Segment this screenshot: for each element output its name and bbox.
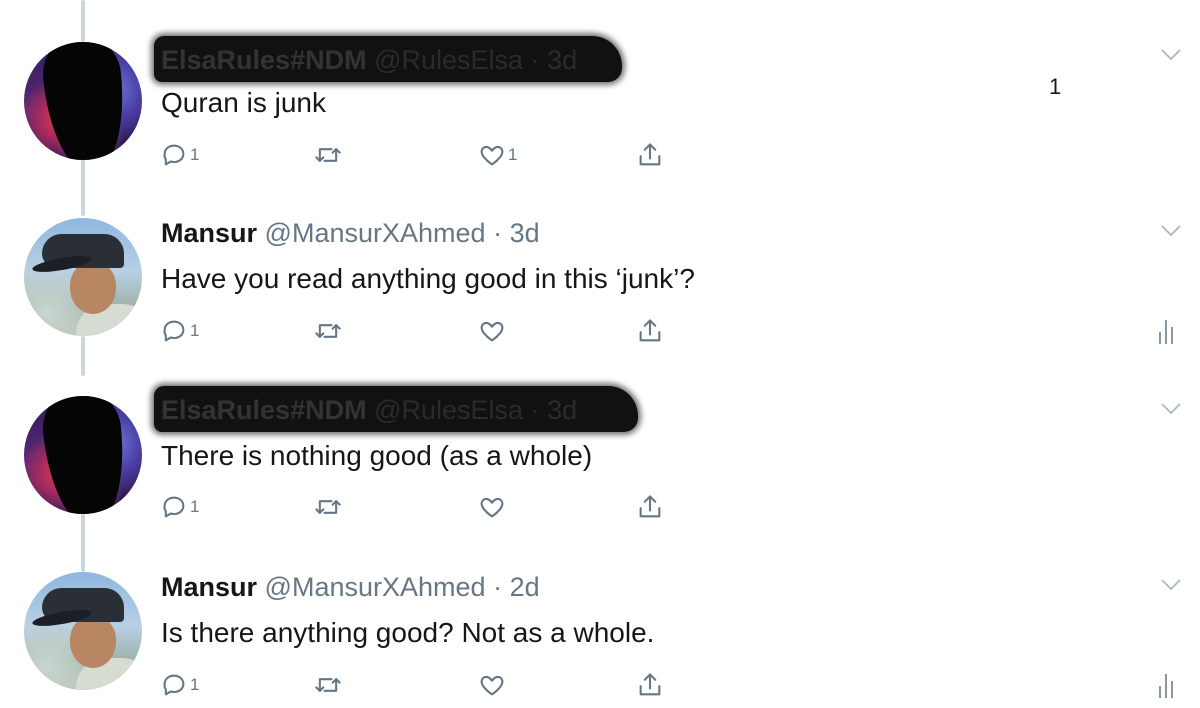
heart-icon [480, 145, 504, 166]
retweet-button[interactable] [314, 138, 344, 172]
avatar[interactable] [24, 42, 142, 160]
share-icon [639, 143, 661, 166]
like-button[interactable] [478, 490, 508, 524]
user-name[interactable]: Mansur [161, 572, 257, 602]
reply-icon [163, 496, 185, 518]
heart-icon [480, 321, 504, 342]
retweet-icon [315, 678, 341, 692]
avatar[interactable] [24, 218, 142, 336]
share-button[interactable] [636, 314, 664, 348]
user-name[interactable]: Mansur [161, 218, 257, 248]
tweet[interactable]: Mansur @MansurXAhmed · 2d Is there anyth… [0, 530, 1200, 706]
share-icon [639, 495, 661, 518]
retweet-button[interactable] [314, 314, 344, 348]
reply-count: 1 [190, 145, 200, 164]
tweet-menu-button[interactable] [1160, 48, 1182, 62]
share-button[interactable] [636, 490, 664, 524]
heart-icon [480, 497, 504, 518]
tweet-text: Is there anything good? Not as a whole. [161, 617, 655, 648]
separator: · [493, 218, 503, 248]
reply-count: 1 [190, 321, 200, 340]
like-count: 1 [508, 145, 518, 164]
tweet-text: Quran is junk [161, 87, 326, 118]
user-handle: @RulesElsa [374, 45, 524, 75]
share-icon [639, 673, 661, 696]
reply-button[interactable]: 1 [160, 138, 199, 172]
tweet-header: Mansur @MansurXAhmed · 2d [161, 567, 540, 607]
avatar[interactable] [24, 572, 142, 690]
chevron-down-icon [1161, 49, 1181, 61]
share-button[interactable] [636, 668, 664, 702]
redacted-header: ElsaRules#NDM @RulesElsa · 3d [154, 36, 622, 82]
separator: · [493, 572, 503, 602]
tweet-time[interactable]: 2d [510, 572, 540, 602]
redaction-scribble [38, 396, 132, 514]
share-icon [639, 319, 661, 342]
separator: · [530, 45, 540, 75]
reply-button[interactable]: 1 [160, 490, 199, 524]
reply-icon [163, 674, 185, 696]
user-name: ElsaRules#NDM [161, 45, 367, 75]
reply-button[interactable]: 1 [160, 668, 199, 702]
tweet-menu-button[interactable] [1160, 402, 1182, 416]
retweet-icon [315, 500, 341, 514]
redaction-scribble [38, 42, 132, 160]
reply-count: 1 [190, 675, 200, 694]
reply-icon [163, 144, 185, 166]
tweet-text: Have you read anything good in this ‘jun… [161, 263, 695, 294]
redacted-header: ElsaRules#NDM @RulesElsa · 3d [154, 386, 638, 432]
tweet[interactable]: Mansur @MansurXAhmed · 3d Have you read … [0, 176, 1200, 352]
retweet-icon [315, 324, 341, 338]
tweet[interactable]: ElsaRules#NDM @RulesElsa · 3d Quran is j… [0, 0, 1200, 176]
reply-icon [163, 320, 185, 342]
tweet-text: There is nothing good (as a whole) [161, 440, 593, 471]
retweet-button[interactable] [314, 490, 344, 524]
user-handle: @RulesElsa [374, 395, 524, 425]
chevron-down-icon [1161, 579, 1181, 591]
tweet-time: 3d [547, 395, 578, 425]
avatar-face [70, 616, 116, 668]
heart-icon [480, 675, 504, 696]
retweet-icon [315, 148, 341, 162]
separator: · [530, 395, 540, 425]
like-button[interactable] [478, 668, 508, 702]
user-handle[interactable]: @MansurXAhmed [265, 218, 486, 248]
avatar-face [70, 262, 116, 314]
tweet-header: Mansur @MansurXAhmed · 3d [161, 213, 540, 253]
user-name: ElsaRules#NDM [161, 395, 367, 425]
chevron-down-icon [1161, 403, 1181, 415]
like-button[interactable]: 1 [478, 138, 517, 172]
tweet-menu-button[interactable] [1160, 224, 1182, 238]
retweet-button[interactable] [314, 668, 344, 702]
avatar[interactable] [24, 396, 142, 514]
tweet-time: 3d [547, 45, 578, 75]
analytics-icon[interactable] [1157, 320, 1177, 344]
user-handle[interactable]: @MansurXAhmed [265, 572, 486, 602]
share-button[interactable] [636, 138, 664, 172]
tweet[interactable]: ElsaRules#NDM @RulesElsa · 3d There is n… [0, 352, 1200, 528]
analytics-icon[interactable] [1157, 674, 1177, 698]
like-button[interactable] [478, 314, 508, 348]
chevron-down-icon [1161, 225, 1181, 237]
reply-button[interactable]: 1 [160, 314, 199, 348]
reply-count: 1 [190, 497, 200, 516]
tweet-menu-button[interactable] [1160, 578, 1182, 592]
tweet-time[interactable]: 3d [510, 218, 540, 248]
